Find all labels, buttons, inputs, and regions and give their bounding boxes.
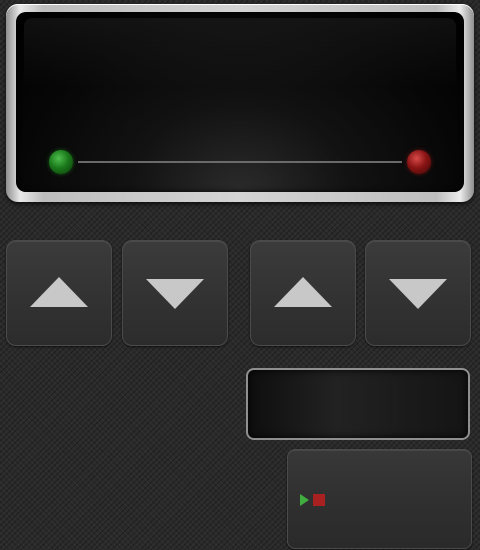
play-icon [300, 494, 309, 506]
green-led-icon [49, 150, 73, 174]
stop-icon [313, 494, 325, 506]
secondary-display [246, 368, 470, 440]
red-led-icon [407, 150, 431, 174]
decrement-button-1[interactable] [122, 240, 228, 346]
decrement-button-2[interactable] [365, 240, 471, 346]
run-stop-button[interactable] [287, 449, 472, 549]
up-arrow-icon [30, 277, 88, 307]
down-arrow-icon [146, 279, 204, 309]
increment-button-1[interactable] [6, 240, 112, 346]
progress-track [78, 161, 402, 163]
increment-button-2[interactable] [250, 240, 356, 346]
display-screen [16, 12, 464, 192]
up-arrow-icon [274, 277, 332, 307]
display-bezel [6, 4, 474, 202]
down-arrow-icon [389, 279, 447, 309]
